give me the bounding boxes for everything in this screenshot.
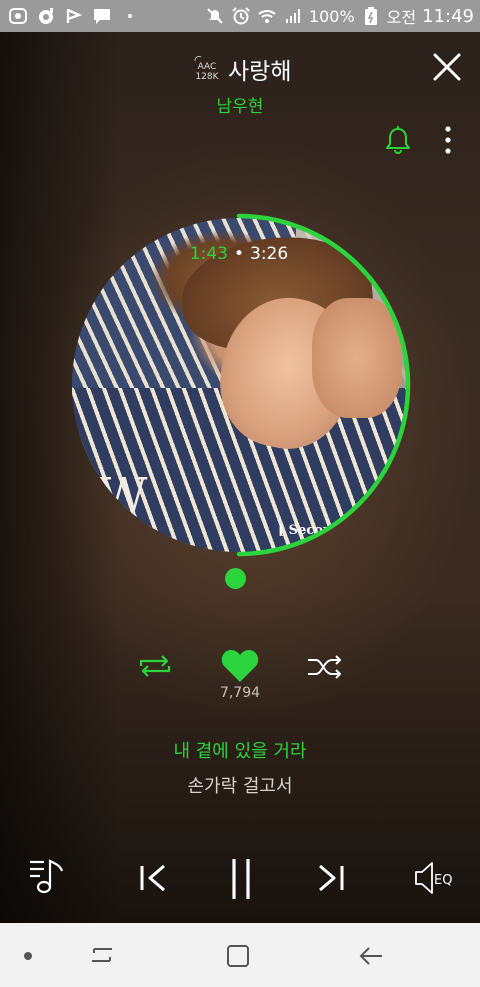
player-header: AAC 128K 사랑해 남우현	[0, 32, 480, 132]
battery-icon	[361, 6, 381, 26]
repeat-icon	[139, 655, 171, 677]
home-icon	[227, 945, 249, 967]
song-title[interactable]: 사랑해	[228, 52, 291, 86]
app-icon	[8, 6, 28, 26]
pause-button[interactable]	[228, 857, 254, 901]
more-vertical-icon	[445, 126, 451, 154]
like-count: 7,794	[219, 685, 261, 701]
message-icon	[92, 6, 112, 26]
time-separator: •	[233, 244, 245, 264]
quality-bitrate: 128K	[195, 72, 219, 82]
close-button[interactable]	[432, 52, 462, 82]
skip-previous-icon	[140, 864, 165, 892]
current-time: 1:43	[189, 244, 228, 264]
status-bar: 100% 오전 11:49	[0, 0, 480, 32]
alarm-icon	[231, 6, 251, 26]
equalizer-button[interactable]: EQ	[414, 860, 458, 896]
battery-percent: 100%	[308, 6, 355, 26]
playlist-music-icon	[30, 859, 64, 894]
time-period: 오전	[386, 8, 417, 27]
dot-icon	[120, 6, 140, 26]
repeat-button[interactable]	[137, 653, 173, 679]
skip-next-icon	[319, 864, 344, 892]
audio-quality-badge: AAC 128K	[192, 56, 222, 82]
back-arrow-icon	[359, 947, 382, 965]
home-button[interactable]	[224, 942, 252, 970]
progress-knob[interactable]	[225, 568, 246, 589]
flag-icon	[64, 6, 84, 26]
time-display: 1:43 • 3:26	[66, 244, 412, 264]
progress-arc	[236, 213, 411, 557]
mute-icon	[205, 6, 225, 26]
shuffle-icon	[308, 655, 341, 679]
recent-apps-icon	[92, 948, 112, 962]
artist-name[interactable]: 남우현	[0, 92, 480, 117]
lyric-next[interactable]: 손가락 걸고서	[0, 772, 480, 798]
recent-apps-button[interactable]	[88, 941, 116, 969]
more-options-button[interactable]	[440, 124, 456, 156]
like-button[interactable]	[220, 648, 260, 684]
album-progress[interactable]: W [ Secon 1:43 • 3:26	[66, 212, 412, 558]
shuffle-button[interactable]	[306, 654, 344, 680]
record-icon	[36, 6, 56, 26]
eq-label: EQ	[434, 873, 452, 888]
quality-codec: AAC	[197, 62, 217, 72]
status-bar-left	[0, 6, 140, 26]
heart-icon	[221, 650, 259, 682]
next-button[interactable]	[316, 862, 346, 894]
close-icon	[433, 53, 461, 81]
clock: 11:49	[422, 5, 474, 27]
system-nav-bar	[0, 923, 480, 987]
wifi-icon	[257, 6, 277, 26]
bell-icon	[386, 126, 410, 154]
playlist-button[interactable]	[28, 857, 68, 895]
status-bar-right: 100% 오전 11:49	[205, 0, 474, 32]
nav-indicator-dot	[24, 952, 32, 960]
notification-button[interactable]	[384, 125, 412, 155]
previous-button[interactable]	[138, 862, 168, 894]
signal-icon	[283, 6, 303, 26]
speaker-eq-icon: EQ	[415, 862, 452, 894]
pause-icon	[232, 859, 250, 899]
lyric-current[interactable]: 내 곁에 있을 거라	[0, 737, 480, 763]
total-time: 3:26	[250, 244, 289, 264]
back-button[interactable]	[357, 942, 385, 970]
